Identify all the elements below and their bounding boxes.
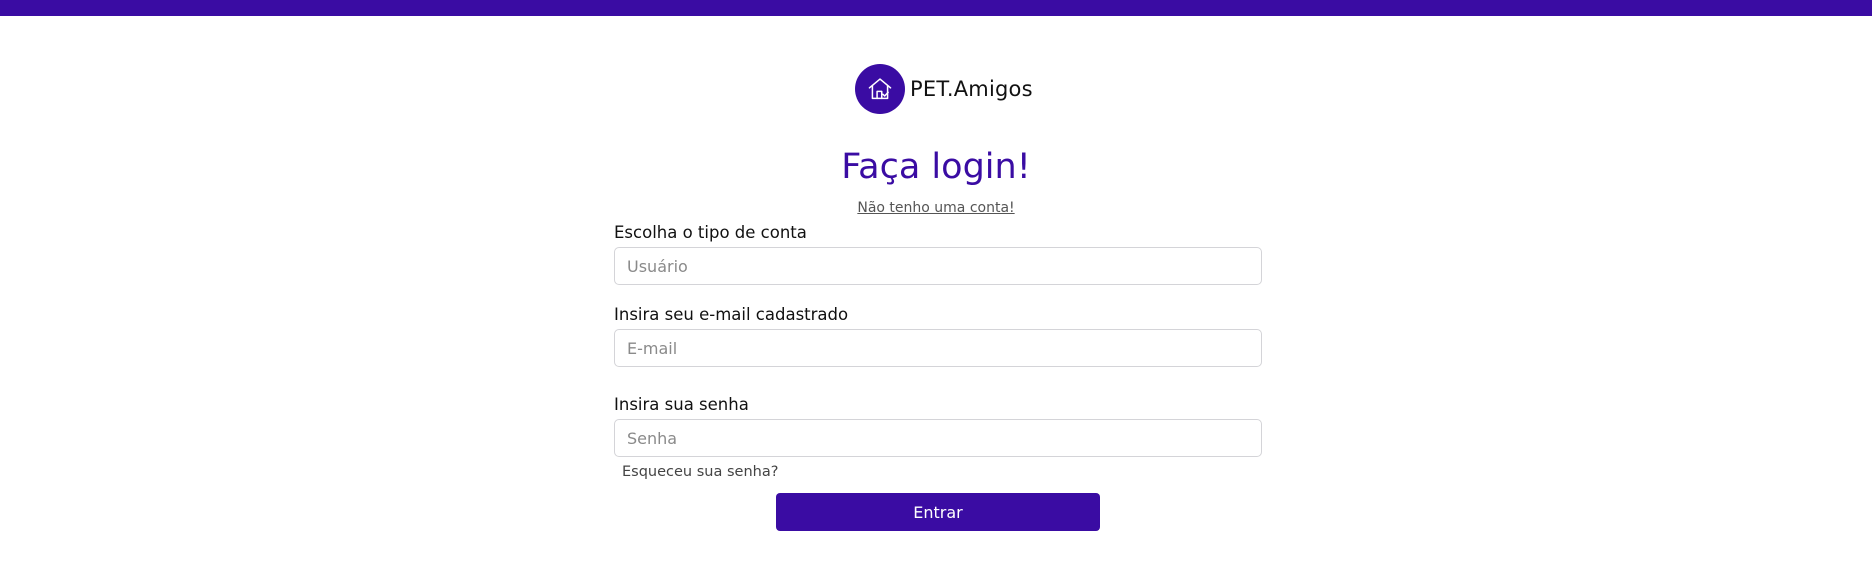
account-type-field[interactable] xyxy=(614,247,1262,285)
top-bar xyxy=(0,0,1872,16)
brand[interactable]: PET.Amigos xyxy=(855,64,1033,114)
password-label: Insira sua senha xyxy=(614,395,749,414)
account-type-label: Escolha o tipo de conta xyxy=(614,223,807,242)
house-icon xyxy=(855,64,905,114)
password-field[interactable] xyxy=(614,419,1262,457)
email-label: Insira seu e-mail cadastrado xyxy=(614,305,849,324)
page-title: Faça login! xyxy=(841,147,1031,187)
signup-link[interactable]: Não tenho uma conta! xyxy=(0,199,1872,217)
forgot-password-link[interactable]: Esqueceu sua senha? xyxy=(622,463,778,481)
email-field[interactable] xyxy=(614,329,1262,367)
login-button[interactable]: Entrar xyxy=(776,493,1100,531)
brand-name: PET.Amigos xyxy=(910,77,1033,101)
